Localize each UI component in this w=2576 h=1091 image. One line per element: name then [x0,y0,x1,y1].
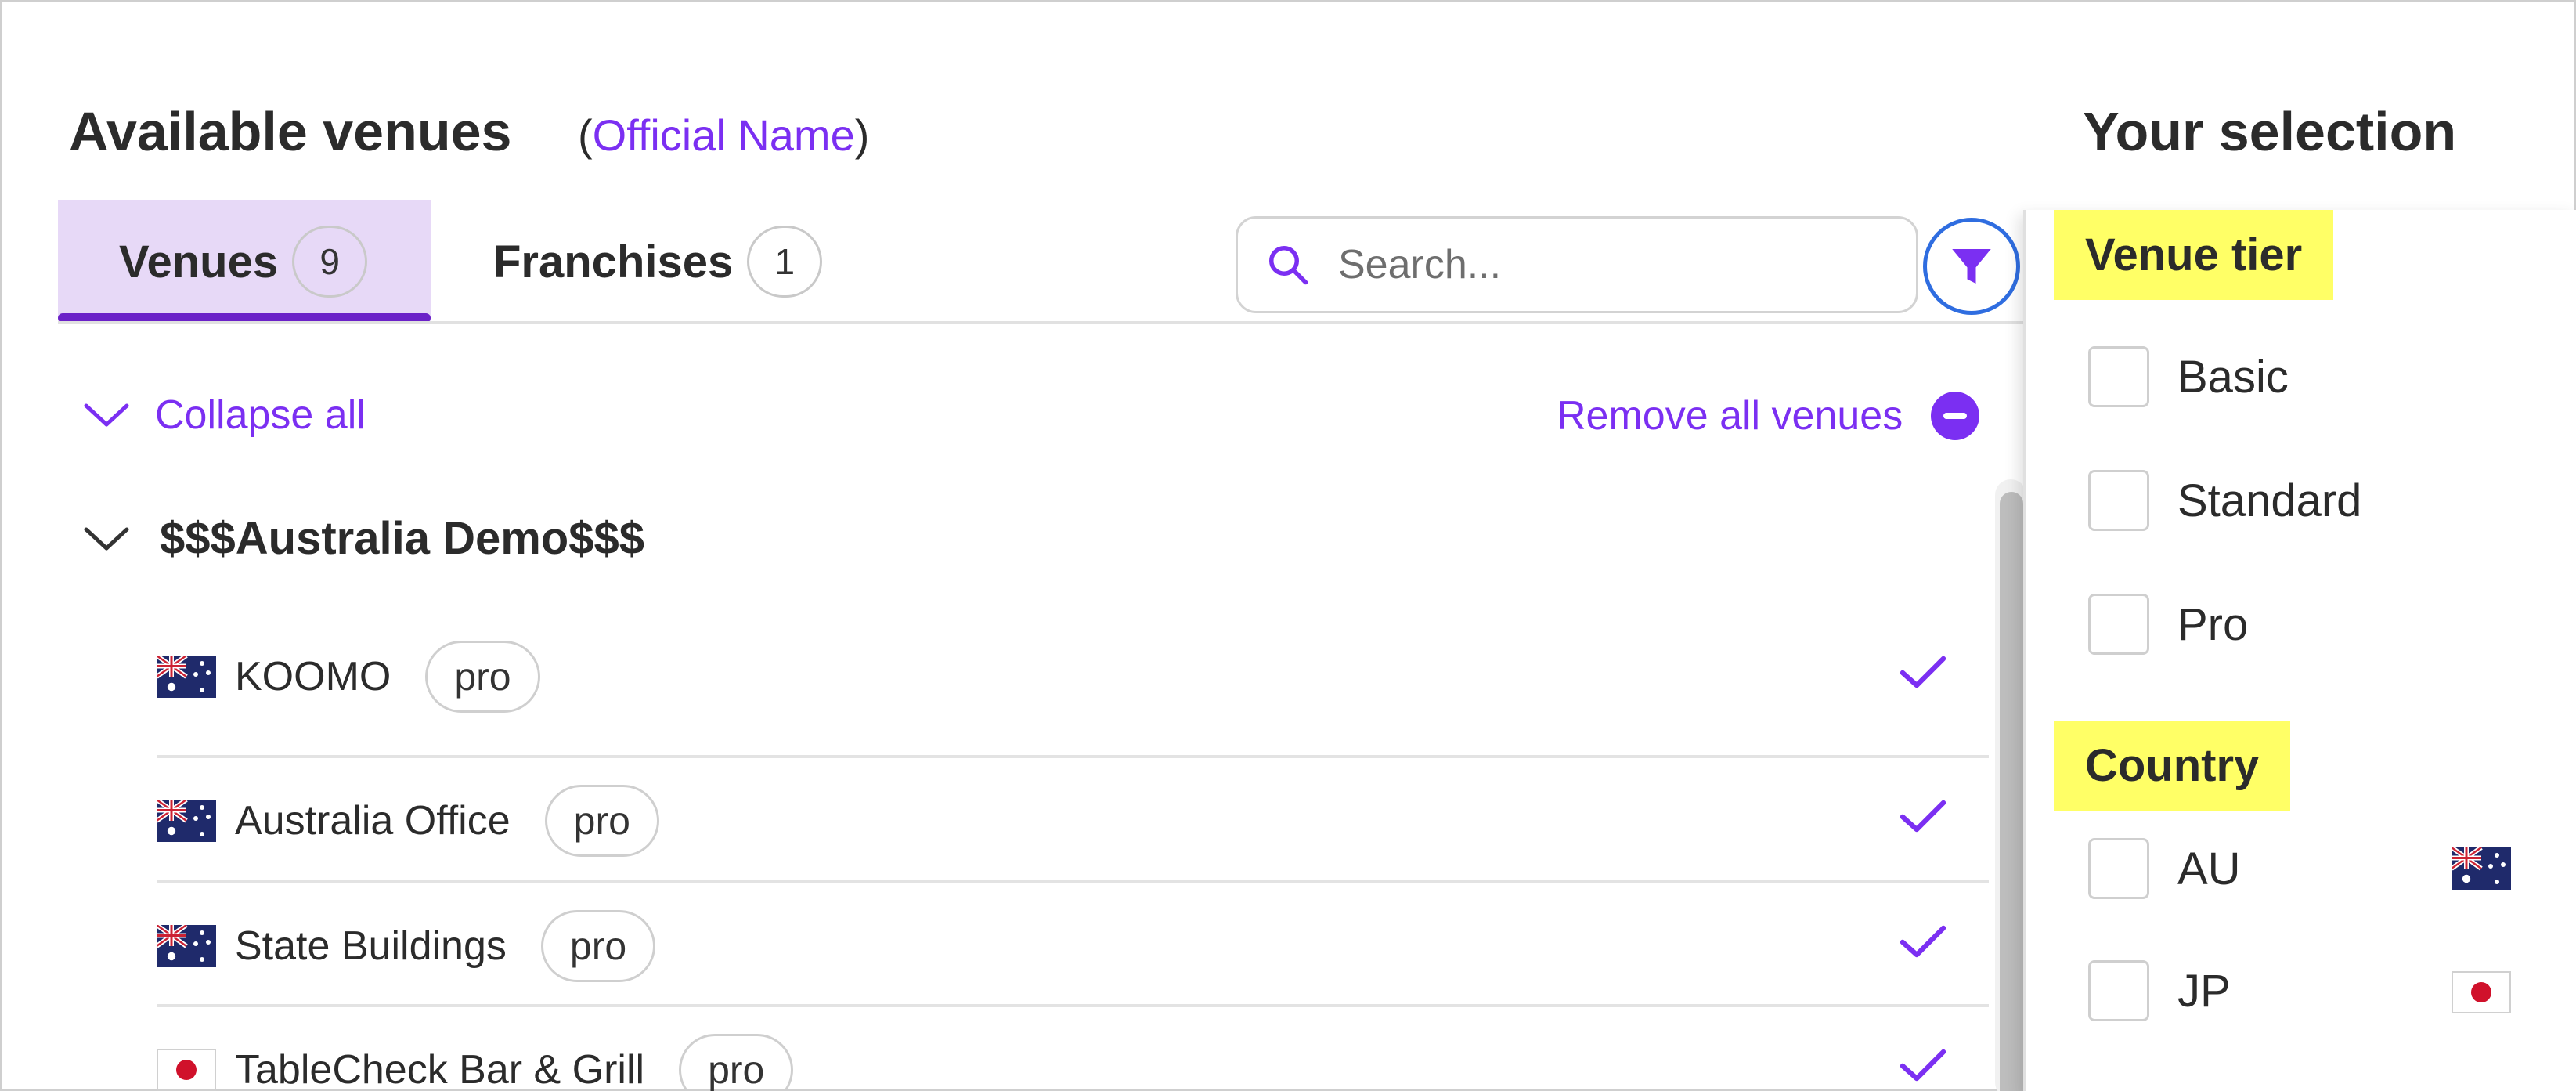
official-name-link[interactable]: Official Name [593,110,855,160]
collapse-all-button[interactable]: Collapse all [81,392,366,439]
venue-row[interactable]: State Buildings pro [157,883,1989,1009]
tab-venues-label: Venues [119,236,279,287]
check-icon[interactable] [1898,1046,1948,1086]
flag-jp-icon [2452,971,2511,1013]
filter-option-label: Standard [2177,475,2362,526]
group-name: $$$Australia Demo$$$ [160,513,644,564]
tab-franchises[interactable]: Franchises 1 [493,200,838,323]
flag-au-icon [157,925,216,967]
title-subtitle: (Official Name) [578,110,869,161]
checkbox[interactable] [2088,960,2149,1021]
filter-option-label: Basic [2177,351,2289,403]
chevron-down-icon [84,527,129,550]
minus-circle-icon [1931,392,1980,440]
flag-jp-icon [157,1049,216,1091]
venue-name: TableCheck Bar & Grill [235,1047,645,1091]
venue-name: Australia Office [235,798,511,844]
filter-option-standard[interactable]: Standard [2088,470,2361,531]
filter-option-au[interactable]: AU [2088,838,2241,899]
tier-badge: pro [679,1034,794,1091]
search-box[interactable] [1236,216,1918,313]
tier-badge: pro [540,910,656,982]
flag-au-icon [2452,847,2511,890]
filter-button[interactable] [1923,218,2020,315]
venue-row[interactable]: Australia Office pro [157,758,1989,883]
venue-row[interactable]: KOOMO pro [157,614,1989,739]
checkbox[interactable] [2088,470,2149,531]
filter-option-label: AU [2177,843,2241,894]
filter-icon [1952,249,1991,284]
checkbox[interactable] [2088,594,2149,655]
tab-venues[interactable]: Venues 9 [58,200,431,323]
search-input[interactable] [1338,241,1902,288]
filter-option-pro[interactable]: Pro [2088,594,2248,655]
filter-option-basic[interactable]: Basic [2088,346,2289,407]
tier-badge: pro [544,785,659,857]
country-heading: Country [2054,721,2291,811]
page-title: Available venues [69,101,512,162]
filter-dropdown: Venue tier Basic Standard Pro Country AU… [2023,210,2576,1091]
paren-open: ( [578,110,593,160]
check-icon[interactable] [1898,923,1948,962]
check-icon[interactable] [1898,653,1948,692]
paren-close: ) [854,110,870,160]
tier-badge: pro [425,641,540,713]
tabs-divider [58,321,2031,324]
checkbox[interactable] [2088,838,2149,899]
tab-venues-count: 9 [292,226,368,298]
venue-name: State Buildings [235,923,507,969]
search-icon [1269,246,1308,285]
venue-row[interactable]: TableCheck Bar & Grill pro [157,1007,1989,1091]
venue-group-header[interactable]: $$$Australia Demo$$$ [81,512,644,565]
remove-all-venues-button[interactable]: Remove all venues [1557,392,1980,440]
venue-tier-heading: Venue tier [2054,210,2334,300]
check-icon[interactable] [1898,797,1948,836]
checkbox[interactable] [2088,346,2149,407]
flag-au-icon [157,656,216,698]
filter-option-jp[interactable]: JP [2088,960,2231,1021]
flag-au-icon [157,800,216,842]
filter-option-label: Pro [2177,598,2249,650]
scrollbar-thumb[interactable] [2000,492,2023,1091]
tab-franchises-count: 1 [747,226,823,298]
collapse-all-label: Collapse all [155,392,366,438]
remove-all-label: Remove all venues [1557,393,1903,439]
chevron-down-icon [84,403,129,427]
selection-title: Your selection [2083,101,2457,162]
filter-option-label: JP [2177,965,2231,1017]
tab-franchises-label: Franchises [493,236,734,287]
venue-name: KOOMO [235,654,391,699]
